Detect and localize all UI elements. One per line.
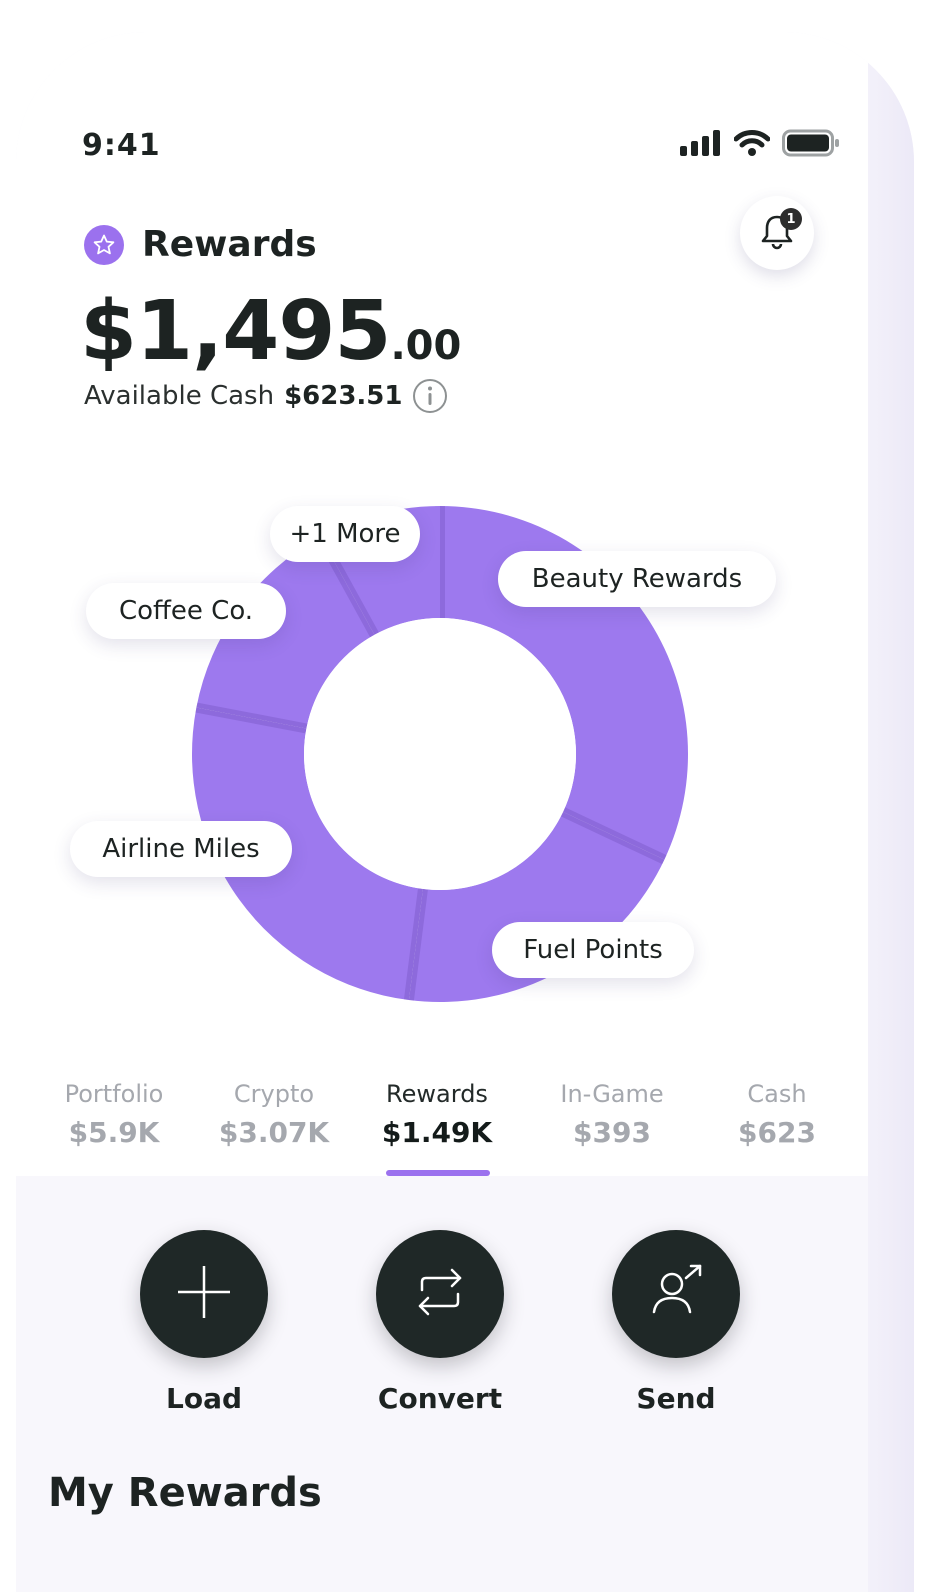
chart-label-airline-miles[interactable]: Airline Miles xyxy=(70,821,292,877)
tab-label: Crypto xyxy=(233,1080,315,1108)
convert-icon xyxy=(410,1262,470,1326)
convert-button-circle[interactable] xyxy=(376,1230,504,1358)
tab-value: $1.49K xyxy=(381,1116,493,1149)
load-label: Load xyxy=(165,1382,242,1415)
tab-crypto[interactable]: Crypto $3.07K xyxy=(219,1080,329,1149)
chart-label-coffee-co[interactable]: Coffee Co. xyxy=(86,583,286,639)
tab-value: $3.07K xyxy=(218,1116,330,1149)
tab-portfolio[interactable]: Portfolio $5.9K xyxy=(65,1080,164,1149)
rewards-overview-panel: 9:41 1 Rewards $1,495.00 Available Cash … xyxy=(16,32,868,1176)
send-button-circle[interactable] xyxy=(612,1230,740,1358)
chart-label-beauty-rewards[interactable]: Beauty Rewards xyxy=(498,551,776,607)
load-button-circle[interactable] xyxy=(140,1230,268,1358)
tab-rewards[interactable]: Rewards $1.49K xyxy=(382,1080,492,1149)
tab-label: Rewards xyxy=(386,1080,488,1108)
send-user-icon xyxy=(644,1260,708,1328)
my-rewards-heading: My Rewards xyxy=(48,1470,322,1516)
tab-value: $393 xyxy=(573,1116,651,1149)
tab-in-game[interactable]: In-Game $393 xyxy=(560,1080,663,1149)
plus-icon xyxy=(174,1262,234,1326)
convert-button[interactable]: Convert xyxy=(376,1230,504,1415)
donut-hole xyxy=(304,618,576,890)
chart-label-fuel-points[interactable]: Fuel Points xyxy=(492,922,694,978)
load-button[interactable]: Load xyxy=(140,1230,268,1415)
send-label: Send xyxy=(636,1382,716,1415)
tab-cash[interactable]: Cash $623 xyxy=(738,1080,816,1149)
tab-label: In-Game xyxy=(560,1080,664,1108)
tab-label: Cash xyxy=(747,1080,807,1108)
asset-tabs: Portfolio $5.9K Crypto $3.07K Rewards $1… xyxy=(16,1080,868,1176)
chart-label-more[interactable]: +1 More xyxy=(270,506,420,562)
active-tab-indicator xyxy=(386,1170,490,1176)
phone-frame: 9:41 1 Rewards $1,495.00 Available Cash … xyxy=(16,32,914,1592)
tab-value: $623 xyxy=(738,1116,816,1149)
send-button[interactable]: Send xyxy=(612,1230,740,1415)
screen-edge xyxy=(868,32,914,1592)
tab-value: $5.9K xyxy=(68,1116,160,1149)
convert-label: Convert xyxy=(377,1382,503,1415)
tab-label: Portfolio xyxy=(64,1080,164,1108)
